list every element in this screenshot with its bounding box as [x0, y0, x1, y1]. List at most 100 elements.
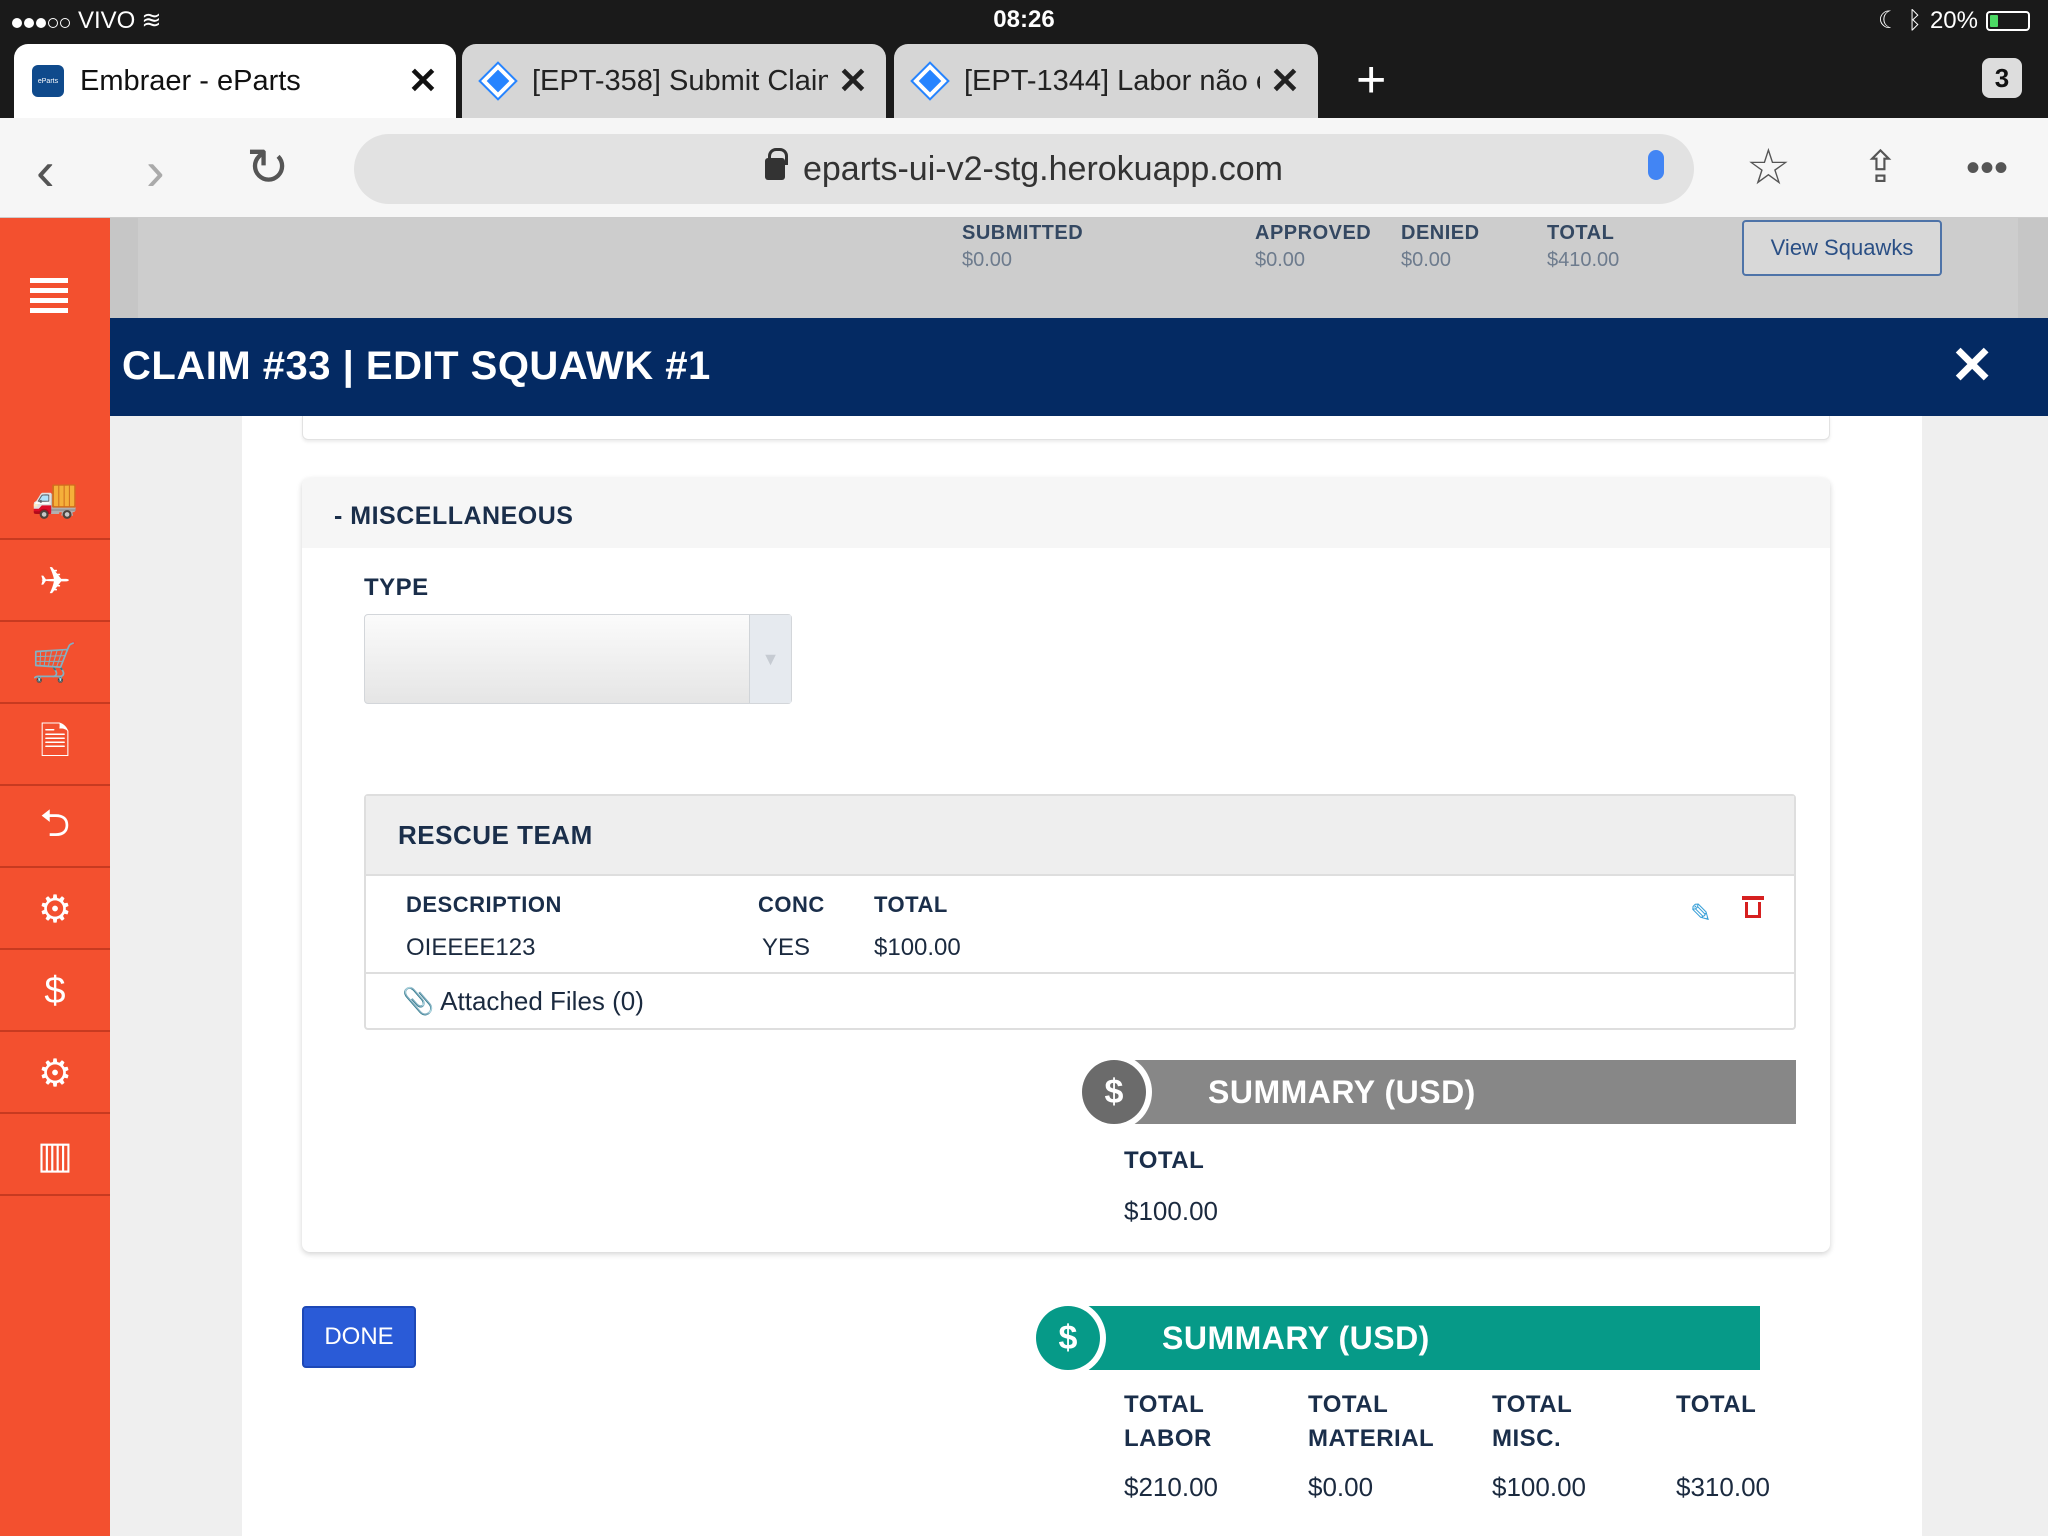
section-summary: SUMMARY (USD) $	[1082, 1060, 1796, 1124]
return-box-icon[interactable]: ⮌	[0, 788, 110, 868]
document-icon[interactable]: 🗎	[0, 706, 110, 786]
stat-value: $0.00	[962, 249, 1013, 271]
address-bar[interactable]: eparts-ui-v2-stg.herokuapp.com	[354, 134, 1694, 204]
rescue-team-table: RESCUE TEAM DESCRIPTION OIEEEE123 CONC Y…	[364, 794, 1796, 1030]
summary-bar: SUMMARY (USD)	[1118, 1060, 1796, 1124]
summary-total-value: $100.00	[1124, 1196, 1218, 1226]
modal-header: CLAIM #33 | EDIT SQUAWK #1 ✕	[110, 318, 2048, 416]
claim-stats-panel: SUBMITTED $0.00 APPROVED $0.00 DENIED $0…	[138, 218, 2018, 318]
share-icon[interactable]: ⇪	[1862, 142, 1899, 193]
total-material-value: $0.00	[1308, 1472, 1374, 1502]
app-sidebar: 🚚 ✈ 🛒 🗎 ⮌ ⚙ $ ⚙ ▥	[0, 218, 110, 1536]
modal-body: - MISCELLANEOUS TYPE ▼ RESCUE TEAM DESCR…	[110, 416, 2048, 1536]
previous-card-bottom	[302, 416, 1830, 440]
label-line2: MATERIAL	[1308, 1425, 1435, 1452]
conc-column: CONC YES	[758, 892, 825, 962]
delete-trash-icon[interactable]	[1742, 896, 1764, 918]
total-misc-value: $100.00	[1492, 1472, 1586, 1502]
stat-denied: DENIED $0.00	[1401, 222, 1480, 272]
clock: 08:26	[993, 6, 1055, 33]
tab-title: [EPT-1344] Labor não es	[964, 64, 1260, 97]
dollar-icon: $	[1036, 1306, 1100, 1370]
column-header: DESCRIPTION	[406, 892, 562, 917]
hamburger-menu-icon[interactable]	[30, 278, 68, 318]
stat-approved: APPROVED $0.00	[1255, 222, 1371, 272]
bookmark-star-icon[interactable]: ☆	[1746, 138, 1791, 196]
gear-exchange-icon[interactable]: ⚙	[0, 870, 110, 950]
reload-icon[interactable]: ↻	[246, 138, 290, 198]
jira-favicon-icon	[910, 61, 950, 101]
close-tab-icon[interactable]: ✕	[1270, 60, 1300, 102]
rescue-team-title: RESCUE TEAM	[366, 796, 1794, 876]
grand-total-label: TOTAL	[1676, 1388, 1756, 1422]
stat-label: SUBMITTED	[962, 222, 1084, 244]
paperclip-icon: 📎	[402, 986, 435, 1016]
divider	[366, 972, 1794, 974]
battery-icon	[1986, 10, 2030, 31]
tab-ept-1344[interactable]: [EPT-1344] Labor não es ✕	[894, 44, 1318, 118]
airplane-icon[interactable]: ✈	[0, 542, 110, 622]
close-tab-icon[interactable]: ✕	[838, 60, 868, 102]
stat-value: $0.00	[1255, 249, 1306, 271]
tab-eparts[interactable]: eParts Embraer - eParts ✕	[14, 44, 456, 118]
lock-icon	[764, 148, 788, 180]
stat-value: $410.00	[1547, 249, 1620, 271]
microphone-icon[interactable]	[1648, 150, 1664, 180]
section-toggle-miscellaneous[interactable]: - MISCELLANEOUS	[302, 478, 1830, 548]
cart-icon[interactable]: 🛒	[0, 624, 110, 704]
label-line1: TOTAL	[1676, 1391, 1757, 1418]
stat-total: TOTAL $410.00	[1547, 222, 1619, 272]
modal-content: - MISCELLANEOUS TYPE ▼ RESCUE TEAM DESCR…	[242, 416, 1922, 1536]
column-header: CONC	[758, 892, 825, 917]
browser-toolbar: ‹ › ↻ eparts-ui-v2-stg.herokuapp.com ☆ ⇪…	[0, 118, 2048, 218]
jira-favicon-icon	[478, 61, 518, 101]
label-line1: TOTAL	[1124, 1391, 1205, 1418]
tab-count-button[interactable]: 3	[1982, 58, 2022, 98]
new-tab-plus-icon[interactable]: +	[1356, 50, 1386, 110]
tab-title: Embraer - eParts	[80, 64, 301, 97]
stat-label: APPROVED	[1255, 222, 1372, 244]
total-labor-label: TOTAL LABOR	[1124, 1388, 1212, 1456]
view-squawks-button[interactable]: View Squawks	[1742, 220, 1942, 276]
total-material-label: TOTAL MATERIAL	[1308, 1388, 1434, 1456]
status-right: ☾ ᛒ 20%	[1878, 6, 2030, 35]
summary-total-label: TOTAL	[1124, 1147, 1205, 1174]
chevron-down-icon: ▼	[749, 615, 791, 703]
done-button[interactable]: DONE	[302, 1306, 416, 1368]
grand-total-value: $310.00	[1676, 1472, 1770, 1502]
tab-title: [EPT-358] Submit Claim	[532, 64, 828, 97]
url-text: eparts-ui-v2-stg.herokuapp.com	[802, 149, 1283, 188]
settings-gears-icon[interactable]: ⚙	[0, 1034, 110, 1114]
type-select[interactable]: ▼	[364, 614, 792, 704]
modal-title: CLAIM #33 | EDIT SQUAWK #1	[122, 344, 711, 388]
attached-files-label: Attached Files (0)	[440, 986, 644, 1016]
total-column: TOTAL $100.00	[874, 892, 961, 962]
close-modal-icon[interactable]: ✕	[1950, 336, 1994, 396]
label-line2: LABOR	[1124, 1425, 1212, 1452]
battery-percent: 20%	[1929, 6, 1978, 34]
label-line1: TOTAL	[1308, 1391, 1389, 1418]
claim-summary-background: SUBMITTED $0.00 APPROVED $0.00 DENIED $0…	[110, 218, 2048, 318]
forward-icon[interactable]: ›	[146, 138, 165, 203]
ios-status-bar: VIVO ≋ 08:26 ☾ ᛒ 20%	[0, 0, 2048, 40]
overall-summary: SUMMARY (USD) $	[1036, 1306, 1760, 1370]
bar-chart-icon[interactable]: ▥	[0, 1116, 110, 1196]
dollar-icon: $	[1082, 1060, 1146, 1124]
description-value: OIEEEE123	[406, 934, 536, 961]
miscellaneous-card: - MISCELLANEOUS TYPE ▼ RESCUE TEAM DESCR…	[302, 478, 1830, 1252]
browser-tab-strip: eParts Embraer - eParts ✕ [EPT-358] Subm…	[0, 40, 2048, 118]
label-line1: TOTAL	[1492, 1391, 1573, 1418]
edit-pencil-icon[interactable]: ✎	[1690, 898, 1712, 929]
close-tab-icon[interactable]: ✕	[408, 60, 438, 102]
bluetooth-icon: ᛒ	[1907, 6, 1922, 34]
attached-files-link[interactable]: 📎 Attached Files (0)	[402, 986, 644, 1017]
back-icon[interactable]: ‹	[36, 138, 55, 203]
total-labor-value: $210.00	[1124, 1472, 1218, 1502]
label-line2: MISC.	[1492, 1425, 1562, 1452]
truck-icon[interactable]: 🚚	[0, 460, 110, 540]
total-value: $100.00	[874, 934, 961, 961]
dollar-cycle-icon[interactable]: $	[0, 952, 110, 1032]
description-column: DESCRIPTION OIEEEE123	[406, 892, 562, 962]
more-icon[interactable]: •••	[1966, 146, 2008, 191]
tab-ept-358[interactable]: [EPT-358] Submit Claim ✕	[462, 44, 886, 118]
